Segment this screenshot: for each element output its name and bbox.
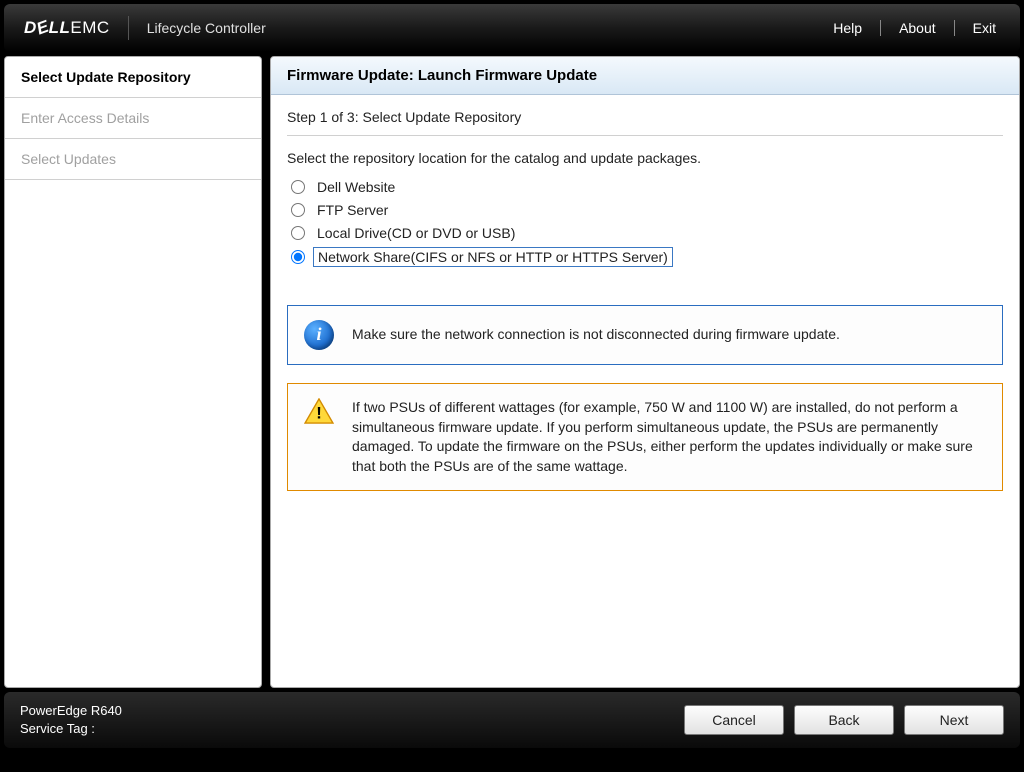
about-link[interactable]: About xyxy=(895,20,940,36)
sidebar-item-label: Select Update Repository xyxy=(21,69,191,85)
cancel-button[interactable]: Cancel xyxy=(684,705,784,735)
info-icon: i xyxy=(304,320,334,350)
logo-dell: DELL xyxy=(24,18,70,37)
sidebar-step-select-updates[interactable]: Select Updates xyxy=(5,139,261,180)
svg-text:!: ! xyxy=(316,403,322,422)
logo-emc: EMC xyxy=(70,18,109,37)
radio-option-dell-website[interactable]: Dell Website xyxy=(291,178,1003,196)
radio-label: Local Drive(CD or DVD or USB) xyxy=(313,224,519,242)
sidebar-item-label: Enter Access Details xyxy=(21,110,149,126)
radio-input[interactable] xyxy=(291,226,305,240)
top-bar: DELLEMC Lifecycle Controller Help About … xyxy=(4,4,1020,52)
sidebar-step-select-repository[interactable]: Select Update Repository xyxy=(5,57,261,98)
radio-input[interactable] xyxy=(291,250,305,264)
service-tag-label: Service Tag : xyxy=(20,721,95,736)
topbar-link-sep xyxy=(880,20,881,36)
workspace: Select Update Repository Enter Access De… xyxy=(4,56,1020,688)
brand-logo: DELLEMC xyxy=(24,18,110,38)
app-title: Lifecycle Controller xyxy=(147,20,266,36)
sidebar-item-label: Select Updates xyxy=(21,151,116,167)
radio-label: Dell Website xyxy=(313,178,399,196)
system-info: PowerEdge R640 Service Tag : xyxy=(20,702,122,738)
next-button[interactable]: Next xyxy=(904,705,1004,735)
step-label: Step 1 of 3: Select Update Repository xyxy=(287,109,1003,136)
main-body: Step 1 of 3: Select Update Repository Se… xyxy=(271,95,1019,687)
radio-option-ftp-server[interactable]: FTP Server xyxy=(291,201,1003,219)
warning-alert: ! If two PSUs of different wattages (for… xyxy=(287,383,1003,491)
radio-label: Network Share(CIFS or NFS or HTTP or HTT… xyxy=(313,247,673,267)
sidebar-step-access-details[interactable]: Enter Access Details xyxy=(5,98,261,139)
warning-alert-text: If two PSUs of different wattages (for e… xyxy=(352,398,986,476)
radio-option-local-drive[interactable]: Local Drive(CD or DVD or USB) xyxy=(291,224,1003,242)
radio-input[interactable] xyxy=(291,203,305,217)
radio-option-network-share[interactable]: Network Share(CIFS or NFS or HTTP or HTT… xyxy=(291,247,1003,267)
warning-icon: ! xyxy=(304,398,334,424)
back-button[interactable]: Back xyxy=(794,705,894,735)
page-title: Firmware Update: Launch Firmware Update xyxy=(271,57,1019,95)
exit-link[interactable]: Exit xyxy=(969,20,1000,36)
topbar-divider xyxy=(128,16,129,40)
radio-label: FTP Server xyxy=(313,201,392,219)
system-model: PowerEdge R640 xyxy=(20,702,122,720)
help-link[interactable]: Help xyxy=(829,20,866,36)
instruction-text: Select the repository location for the c… xyxy=(287,150,1003,166)
bottom-bar: PowerEdge R640 Service Tag : Cancel Back… xyxy=(4,692,1020,748)
info-alert: i Make sure the network connection is no… xyxy=(287,305,1003,365)
topbar-link-sep xyxy=(954,20,955,36)
radio-input[interactable] xyxy=(291,180,305,194)
service-tag-row: Service Tag : xyxy=(20,720,122,738)
wizard-sidebar: Select Update Repository Enter Access De… xyxy=(4,56,262,688)
info-alert-text: Make sure the network connection is not … xyxy=(352,325,840,345)
repository-radio-group: Dell Website FTP Server Local Drive(CD o… xyxy=(291,178,1003,267)
main-panel: Firmware Update: Launch Firmware Update … xyxy=(270,56,1020,688)
